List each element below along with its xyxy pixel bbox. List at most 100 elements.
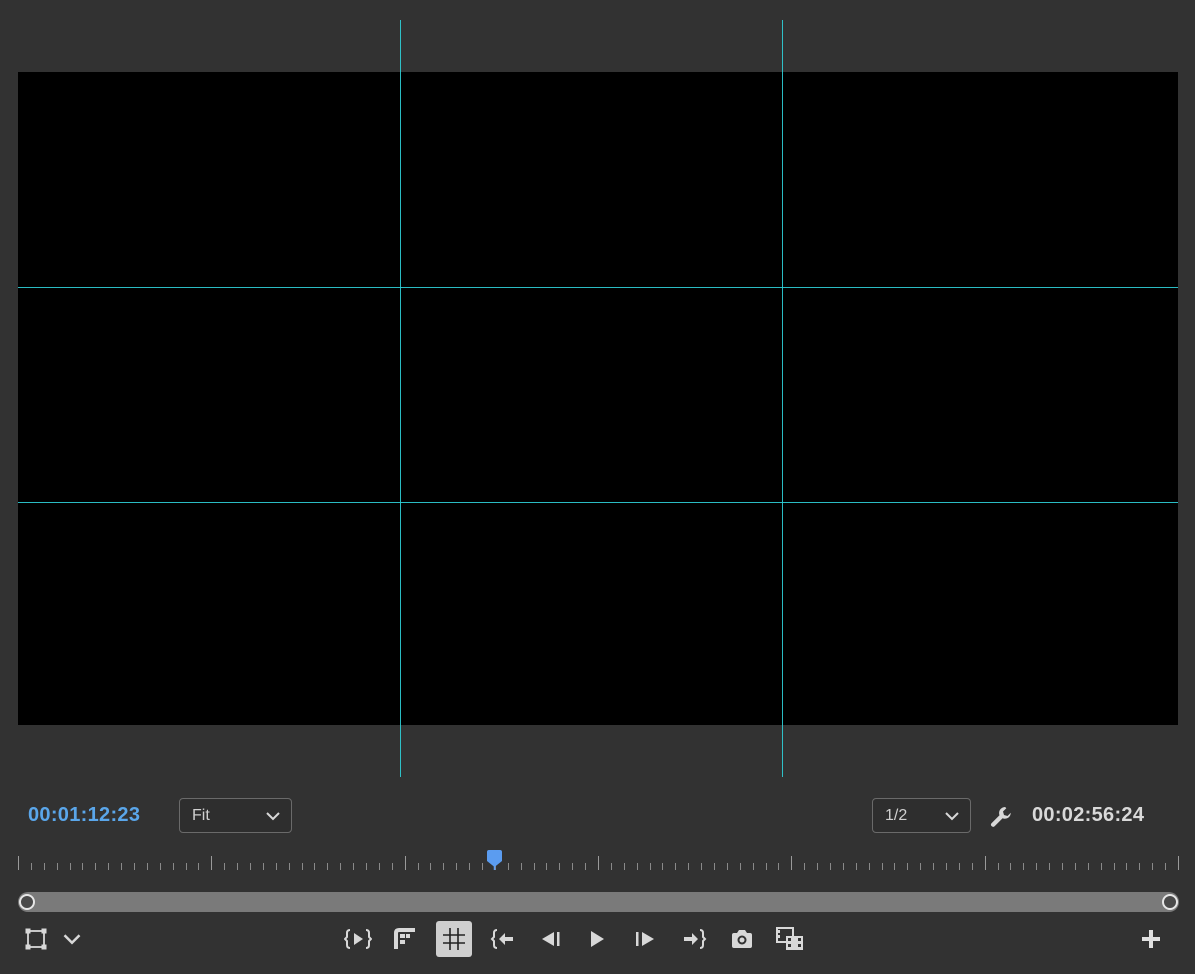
ruler-tick <box>121 863 122 870</box>
ruler-tick <box>353 863 354 870</box>
go-to-in-button[interactable] <box>485 921 521 957</box>
ruler-tick <box>804 863 805 870</box>
export-frame-button[interactable] <box>724 921 760 957</box>
ruler-tick <box>1152 863 1153 870</box>
ruler-tick <box>869 863 870 870</box>
ruler-tick <box>456 863 457 870</box>
ruler-tick <box>82 863 83 870</box>
duration-timecode: 00:02:56:24 <box>1032 804 1145 826</box>
go-to-out-button[interactable] <box>676 921 712 957</box>
ruler-tick <box>688 863 689 870</box>
ruler-tick <box>1062 863 1063 870</box>
program-monitor: 00:01:12:23 Fit 1/2 00:02:56:24 <box>0 0 1195 974</box>
ruler-tick <box>147 863 148 870</box>
ruler-tick <box>302 863 303 870</box>
ruler-tick <box>933 863 934 870</box>
ruler-tick <box>1049 863 1050 870</box>
guides-button[interactable] <box>436 921 472 957</box>
ruler-tick <box>1165 863 1166 870</box>
ruler-tick <box>95 863 96 870</box>
step-back-button[interactable] <box>533 921 569 957</box>
ruler-tick <box>959 863 960 870</box>
ruler-tick <box>443 863 444 870</box>
ruler-tick <box>340 863 341 870</box>
compare-icon <box>776 927 803 950</box>
ruler-tick <box>778 863 779 870</box>
chevron-down-icon <box>266 812 280 821</box>
ruler-tick <box>173 863 174 870</box>
guide-line-vertical-left[interactable] <box>400 20 401 777</box>
current-timecode[interactable]: 00:01:12:23 <box>28 804 140 827</box>
ruler-tick <box>263 863 264 870</box>
time-ruler[interactable] <box>18 848 1179 872</box>
ruler-tick <box>662 863 663 870</box>
chevron-down-icon <box>63 934 81 945</box>
ruler-tick <box>430 863 431 870</box>
ruler-tick <box>740 863 741 870</box>
ruler-tick <box>1114 863 1115 870</box>
overwrite-icon <box>394 928 415 949</box>
ruler-tick <box>1139 863 1140 870</box>
ruler-tick <box>1178 856 1179 870</box>
ruler-tick <box>920 863 921 870</box>
ruler-tick <box>753 863 754 870</box>
insert-button[interactable] <box>340 921 376 957</box>
ruler-tick <box>379 863 380 870</box>
play-button[interactable] <box>579 921 615 957</box>
ruler-tick <box>675 863 676 870</box>
compare-view-button[interactable] <box>772 921 808 957</box>
ruler-tick <box>405 856 406 870</box>
chevron-down-icon <box>945 812 959 821</box>
ruler-tick <box>817 863 818 870</box>
step-forward-icon <box>636 932 654 946</box>
ruler-tick <box>366 863 367 870</box>
ruler-tick <box>418 863 419 870</box>
safe-margins-icon <box>25 928 47 950</box>
ruler-tick <box>108 863 109 870</box>
overwrite-button[interactable] <box>387 921 423 957</box>
safe-margins-button[interactable] <box>18 921 54 957</box>
ruler-tick <box>44 863 45 870</box>
ruler-tick <box>31 863 32 870</box>
ruler-tick <box>637 863 638 870</box>
zoom-scroll-bar[interactable] <box>18 892 1179 912</box>
guide-line-vertical-right[interactable] <box>782 20 783 777</box>
ruler-tick <box>611 863 612 870</box>
go-to-out-icon <box>684 929 707 949</box>
ruler-tick <box>843 863 844 870</box>
ruler-tick <box>186 863 187 870</box>
ruler-tick <box>1023 863 1024 870</box>
scroll-bar-right-handle[interactable] <box>1162 894 1178 910</box>
guide-line-horizontal-bottom[interactable] <box>18 502 1178 503</box>
ruler-tick <box>70 863 71 870</box>
button-editor-button[interactable] <box>1133 921 1169 957</box>
zoom-level-select[interactable]: Fit <box>179 798 292 833</box>
insert-icon <box>344 929 372 949</box>
ruler-tick <box>250 863 251 870</box>
ruler-tick <box>1075 863 1076 870</box>
play-icon <box>591 931 604 947</box>
ruler-tick <box>791 856 792 870</box>
ruler-tick <box>830 863 831 870</box>
ruler-tick <box>57 863 58 870</box>
ruler-tick <box>985 856 986 870</box>
ruler-tick <box>624 863 625 870</box>
settings-menu-button[interactable] <box>54 921 90 957</box>
ruler-tick <box>1036 863 1037 870</box>
video-frame[interactable] <box>18 72 1178 725</box>
guide-line-horizontal-top[interactable] <box>18 287 1178 288</box>
ruler-tick <box>224 863 225 870</box>
ruler-tick <box>598 856 599 870</box>
ruler-tick <box>998 863 999 870</box>
ruler-tick <box>508 863 509 870</box>
wrench-icon[interactable] <box>988 804 1014 830</box>
scroll-bar-left-handle[interactable] <box>19 894 35 910</box>
step-forward-button[interactable] <box>627 921 663 957</box>
ruler-tick <box>714 863 715 870</box>
playback-resolution-select[interactable]: 1/2 <box>872 798 971 833</box>
ruler-tick <box>392 863 393 870</box>
step-back-icon <box>542 932 560 946</box>
go-to-in-icon <box>490 929 513 949</box>
ruler-tick <box>534 863 535 870</box>
playhead-handle[interactable] <box>486 850 503 870</box>
